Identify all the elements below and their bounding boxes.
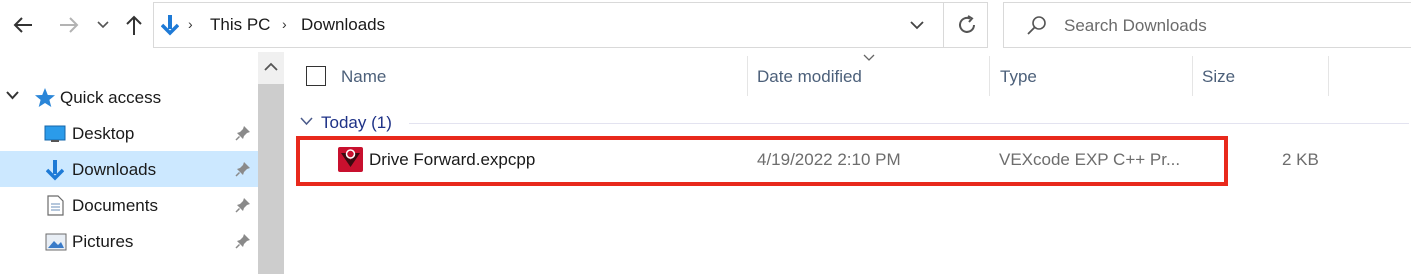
nav-pane-scrollbar[interactable] [258, 52, 284, 274]
up-button[interactable] [122, 10, 146, 40]
chevron-down-icon [6, 91, 19, 100]
file-date-modified: 4/19/2022 2:10 PM [757, 150, 901, 169]
nav-item-label: Downloads [72, 160, 157, 179]
select-all-checkbox[interactable] [306, 66, 326, 86]
toolbar: › This PC › Downloads [0, 0, 1411, 52]
column-header-type[interactable]: Type [1000, 67, 1037, 87]
arrow-left-icon [13, 17, 32, 33]
search-input[interactable] [1064, 16, 1394, 36]
group-divider-line [409, 123, 1409, 124]
chevron-down-icon [863, 54, 875, 61]
arrow-right-icon [60, 17, 79, 33]
search-box[interactable] [1003, 2, 1411, 48]
star-icon [35, 88, 55, 107]
file-name[interactable]: Drive Forward.expcpp [369, 150, 535, 170]
back-button[interactable] [10, 10, 36, 40]
pictures-icon [45, 233, 67, 251]
nav-item-documents[interactable]: Documents [0, 187, 258, 223]
column-header-row: Name Date modified Type Size [285, 52, 1411, 100]
download-arrow-icon [46, 160, 64, 181]
breadcrumb-this-pc[interactable]: This PC [210, 15, 270, 35]
pin-icon [235, 162, 250, 177]
nav-item-label: Quick access [60, 88, 162, 107]
download-arrow-icon [160, 14, 180, 41]
chevron-up-icon[interactable] [264, 62, 278, 72]
file-type: VEXcode EXP C++ Pr... [999, 150, 1181, 169]
vexcode-file-icon [338, 147, 363, 172]
column-divider[interactable] [747, 56, 748, 96]
nav-item-quick-access[interactable]: Quick access [0, 79, 258, 115]
nav-item-desktop[interactable]: Desktop [0, 115, 258, 151]
scrollbar-thumb[interactable] [258, 84, 284, 274]
file-size: 2 KB [1282, 150, 1319, 169]
recent-locations-button[interactable] [94, 10, 112, 40]
chevron-down-icon [97, 21, 109, 29]
group-label: Today (1) [321, 113, 392, 132]
pin-icon [235, 198, 250, 213]
address-divider [943, 3, 944, 47]
pin-icon [235, 126, 250, 141]
refresh-icon [959, 15, 975, 33]
arrow-up-icon [126, 15, 142, 35]
nav-item-downloads[interactable]: Downloads [0, 151, 258, 187]
chevron-down-icon [300, 117, 313, 126]
breadcrumb-separator: › [282, 16, 287, 32]
nav-item-label: Desktop [72, 124, 135, 143]
column-header-name[interactable]: Name [341, 67, 386, 87]
nav-item-label: Pictures [72, 232, 134, 251]
column-divider[interactable] [989, 56, 990, 96]
group-header-today[interactable]: Today (1) [285, 110, 1411, 136]
column-divider[interactable] [1192, 56, 1193, 96]
nav-item-label: Documents [72, 196, 158, 215]
refresh-button[interactable] [955, 13, 979, 42]
address-bar[interactable]: › This PC › Downloads [153, 2, 988, 48]
desktop-icon [44, 125, 66, 142]
column-divider[interactable] [1328, 56, 1329, 96]
forward-button[interactable] [56, 10, 82, 40]
breadcrumb-separator: › [188, 16, 193, 32]
nav-item-pictures[interactable]: Pictures [0, 223, 258, 259]
navigation-pane: Quick access Desktop Downloads Documents [0, 52, 258, 274]
chevron-down-icon [910, 21, 924, 30]
pin-icon [235, 234, 250, 249]
column-header-size[interactable]: Size [1202, 67, 1235, 87]
column-header-date-modified[interactable]: Date modified [757, 67, 862, 87]
search-icon [1026, 15, 1048, 42]
document-icon [47, 195, 64, 216]
address-dropdown-button[interactable] [910, 16, 924, 39]
file-row[interactable]: Drive Forward.expcpp 4/19/2022 2:10 PM V… [300, 142, 1319, 178]
breadcrumb-downloads[interactable]: Downloads [301, 15, 385, 35]
